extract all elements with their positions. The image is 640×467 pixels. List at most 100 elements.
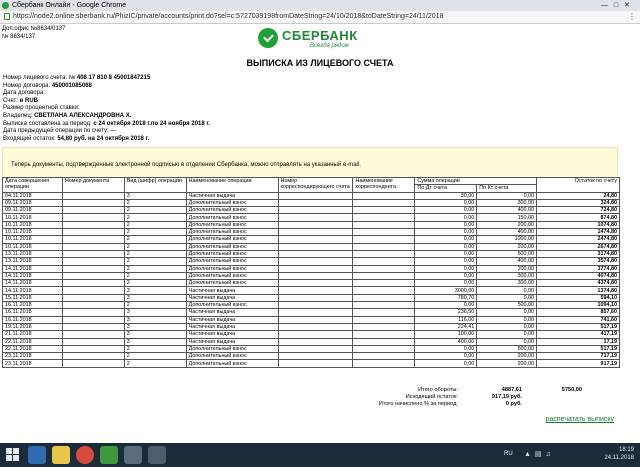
closing-balance-label: Исходящий остаток:	[405, 394, 458, 400]
language-indicator[interactable]: RU	[504, 451, 513, 457]
cell-dt: 780,70	[414, 293, 478, 303]
utorrent-taskbar-icon[interactable]	[100, 446, 118, 464]
cell-corr-acc	[277, 213, 354, 222]
cell-doc-no	[61, 271, 125, 281]
cell-kt: 0,00	[476, 191, 538, 200]
cell-cipher: 2	[123, 206, 187, 215]
cell-kt: 500,00	[476, 344, 538, 354]
cell-cipher: 2	[123, 228, 187, 237]
cell-kt: 0,00	[476, 330, 538, 339]
clock[interactable]: 18:19 24.11.2018	[604, 446, 634, 462]
cell-balance: 724,80	[536, 206, 620, 215]
window-controls[interactable]: —□✕	[601, 0, 636, 11]
cell-corr-name	[352, 213, 416, 222]
cell-corr-name	[352, 257, 416, 266]
cell-date: 10.11.2018	[2, 235, 63, 244]
cell-balance: 3774,80	[536, 264, 620, 273]
cell-corr-acc	[277, 257, 354, 266]
clock-date: 24.11.2018	[604, 455, 634, 461]
windows-start-icon[interactable]	[6, 448, 19, 461]
chrome-taskbar-icon[interactable]	[76, 446, 94, 464]
cell-corr-acc	[277, 191, 354, 200]
cell-dt: 0,00	[414, 257, 478, 266]
cell-date: 10.11.2018	[2, 228, 63, 237]
table-row: 19.11.2018 3 Частичная выдача 224,41 0,00 517…	[2, 322, 620, 332]
cell-balance: 917,19	[536, 359, 620, 368]
cell-cipher: 2	[123, 242, 187, 251]
cell-corr-acc	[277, 359, 354, 368]
cell-corr-name	[352, 344, 416, 354]
turnover-dt: 4887,61	[501, 387, 522, 393]
cell-date: 04.11.2018	[2, 191, 63, 200]
document-title: ВЫПИСКА ИЗ ЛИЦЕВОГО СЧЕТА	[246, 58, 394, 68]
cell-op-name: Дополнительный взнос	[185, 271, 279, 281]
browser-menu-icon[interactable]: ⋮	[628, 11, 636, 23]
cell-corr-name	[352, 228, 416, 237]
table-row: 15.11.2018 3 Частичная выдача 780,70 0,00 594…	[2, 293, 620, 303]
cell-op-name: Дополнительный взнос	[185, 301, 279, 310]
header-doc-no: Номер документа	[61, 177, 125, 193]
cell-op-name: Дополнительный взнос	[185, 228, 279, 237]
app2-taskbar-icon[interactable]	[148, 446, 166, 464]
cell-corr-acc	[277, 220, 354, 230]
header-amount: Сумма операции	[414, 176, 538, 186]
tray-icons[interactable]: ▲▤♫	[524, 450, 555, 458]
cell-cipher: 3	[123, 286, 187, 295]
cell-doc-no	[61, 220, 125, 230]
cell-date: 14.11.2018	[2, 286, 63, 295]
cell-date: 14.11.2018	[2, 264, 63, 273]
cell-corr-acc	[277, 264, 354, 273]
cell-cipher: 3	[123, 322, 187, 332]
office-info: Доп.офис №8634/0137 № 8634/137	[2, 25, 65, 41]
cell-dt: 0,00	[414, 271, 478, 281]
cell-op-name: Дополнительный взнос	[185, 264, 279, 273]
lock-icon	[4, 13, 10, 20]
cell-kt: 400,00	[476, 206, 538, 215]
print-statement-link[interactable]: распечатать выписку	[546, 416, 614, 423]
cell-doc-no	[61, 344, 125, 354]
cell-op-name: Частичная выдача	[185, 337, 279, 346]
office-line-1: Доп.офис №8634/0137	[2, 26, 66, 32]
address-bar[interactable]: https://node2.online.sberbank.ru/PhizIC/…	[0, 11, 640, 24]
cell-dt: 100,00	[414, 330, 478, 339]
window-titlebar: Сбербанк Онлайн - Google Chrome —□✕	[0, 0, 640, 11]
cell-corr-acc	[277, 301, 354, 310]
cell-kt: 300,00	[476, 198, 538, 208]
cell-cipher: 2	[123, 264, 187, 273]
window-title: Сбербанк Онлайн - Google Chrome	[12, 2, 127, 9]
header-kt: По Кт счета	[476, 184, 538, 193]
prev-op-value: —	[110, 128, 117, 135]
table-row: 16.11.2018 3 Частичная выдача 236,50 0,00 857…	[2, 308, 620, 317]
cell-op-name: Частичная выдача	[185, 315, 279, 324]
rate-label: Размер процентной ставки:	[3, 105, 80, 112]
cell-cipher: 2	[123, 359, 187, 368]
cell-dt: 0,00	[414, 249, 478, 259]
cell-doc-no	[61, 359, 125, 368]
table-row: 10.11.2018 2 Дополнительный взнос 0,00 200,0…	[2, 220, 620, 230]
cell-op-name: Дополнительный взнос	[185, 213, 279, 222]
cell-corr-acc	[277, 235, 354, 244]
cell-dt: 0,00	[414, 198, 478, 208]
cell-date: 19.11.2018	[2, 322, 63, 332]
url-text[interactable]: https://node2.online.sberbank.ru/PhizIC/…	[13, 11, 443, 23]
cell-dt: 0,00	[414, 344, 478, 354]
app-taskbar-icon[interactable]	[124, 446, 142, 464]
folder-taskbar-icon[interactable]	[52, 446, 70, 464]
cell-cipher: 3	[123, 308, 187, 317]
cell-date: 22.11.2018	[2, 337, 63, 346]
cell-dt: 0,00	[414, 235, 478, 244]
table-row: 14.11.2018 2 Дополнительный взнос 0,00 300,0…	[2, 279, 620, 288]
cell-dt: 236,50	[414, 308, 478, 317]
totals-labels: Итого обороты: Исходящий остаток: Итого …	[300, 387, 458, 408]
cell-corr-acc	[277, 286, 354, 295]
cell-corr-acc	[277, 198, 354, 208]
explorer-taskbar-icon[interactable]	[28, 446, 46, 464]
cell-corr-name	[352, 206, 416, 215]
cell-cipher: 2	[123, 220, 187, 230]
cell-corr-name	[352, 220, 416, 230]
office-line-2: № 8634/137	[2, 34, 36, 40]
cell-balance: 324,80	[536, 198, 620, 208]
table-row: 22.11.2018 2 Дополнительный взнос 0,00 500,0…	[2, 344, 620, 354]
header-op-name: Наименование операции	[185, 177, 279, 193]
cell-doc-no	[61, 242, 125, 251]
